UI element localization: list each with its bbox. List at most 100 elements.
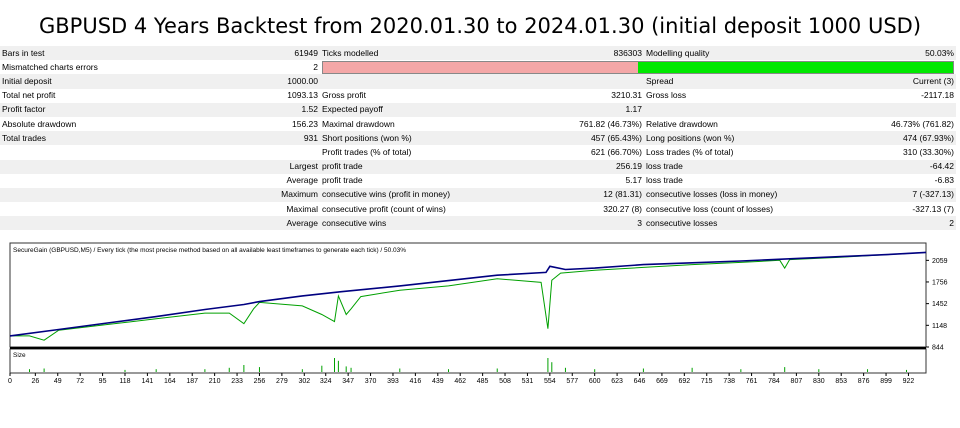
stat-label: Ticks modelled: [320, 46, 484, 61]
stat-label: Total net profit: [0, 88, 160, 103]
stat-value: 1000.00: [160, 74, 320, 89]
quality-bar-bad: [323, 61, 639, 73]
stat-label: Mismatched charts errors: [0, 60, 160, 75]
y-tick-label: 2059: [932, 258, 948, 265]
x-tick-label: 784: [768, 378, 780, 384]
table-row: Total trades 931 Short positions (won %)…: [0, 131, 956, 146]
balance-chart: SecureGain (GBPUSD,M5) / Every tick (the…: [8, 241, 952, 385]
stat-label: Total trades: [0, 131, 160, 146]
stat-value: 931: [160, 131, 320, 146]
x-tick-label: 577: [566, 378, 578, 384]
stat-label: Long positions (won %): [644, 131, 802, 146]
y-tick-label: 1452: [932, 301, 948, 308]
stat-value: 320.27 (8): [484, 202, 644, 217]
x-tick-label: 256: [254, 378, 266, 384]
table-row: Absolute drawdown 156.23 Maximal drawdow…: [0, 116, 956, 132]
x-tick-label: 692: [678, 378, 690, 384]
table-row: Profit trades (% of total) 621 (66.70%) …: [0, 145, 956, 160]
table-row: Average consecutive wins 3 consecutive l…: [0, 216, 956, 231]
stat-label: Profit factor: [0, 102, 160, 117]
stat-label: Modelling quality: [644, 46, 802, 61]
x-tick-label: 233: [231, 378, 243, 384]
stat-label: Largest: [160, 159, 320, 174]
y-tick-label: 1756: [932, 279, 948, 286]
stat-value: 2: [802, 216, 956, 231]
stat-value: -6.83: [802, 173, 956, 188]
modelling-quality-bar-cell: [320, 60, 956, 75]
x-tick-label: 738: [723, 378, 735, 384]
stat-value: 12 (81.31): [484, 187, 644, 203]
table-row: Mismatched charts errors 2: [0, 60, 956, 75]
table-row: Bars in test 61949 Ticks modelled 836303…: [0, 46, 956, 61]
stat-value: Current (3): [802, 74, 956, 89]
stat-label: consecutive losses (loss in money): [644, 187, 802, 203]
modelling-quality-bar: [322, 60, 954, 74]
stat-label: Maximal: [160, 202, 320, 217]
stat-label: Initial deposit: [0, 74, 160, 89]
chart-title: SecureGain (GBPUSD,M5) / Every tick (the…: [13, 247, 406, 254]
x-tick-label: 95: [99, 378, 107, 384]
stat-label: Bars in test: [0, 46, 160, 61]
stat-value: 761.82 (46.73%): [484, 116, 644, 132]
stat-value: 3210.31: [484, 88, 644, 103]
stat-label: loss trade: [644, 173, 802, 188]
size-panel-label: Size: [13, 352, 26, 359]
stat-label: Relative drawdown: [644, 116, 802, 132]
stat-value: 1.17: [484, 102, 644, 117]
table-row: Profit factor 1.52 Expected payoff 1.17: [0, 102, 956, 117]
x-tick-label: 485: [477, 378, 489, 384]
stat-label: Spread: [644, 74, 802, 89]
stat-value: -327.13 (7): [802, 202, 956, 217]
stat-label: loss trade: [644, 159, 802, 174]
table-row: Maximal consecutive profit (count of win…: [0, 202, 956, 217]
stat-label: Average: [160, 173, 320, 188]
stat-value: 50.03%: [802, 46, 956, 61]
table-row: Total net profit 1093.13 Gross profit 32…: [0, 88, 956, 103]
stat-label: Gross profit: [320, 88, 484, 103]
stat-value: 7 (-327.13): [802, 187, 956, 203]
x-tick-label: 853: [835, 378, 847, 384]
x-tick-label: 279: [276, 378, 288, 384]
x-tick-label: 141: [142, 378, 154, 384]
stat-label: Maximum: [160, 187, 320, 203]
x-tick-label: 807: [791, 378, 803, 384]
x-tick-label: 462: [454, 378, 466, 384]
x-tick-label: 324: [320, 378, 332, 384]
stat-label: Absolute drawdown: [0, 116, 160, 132]
x-tick-label: 669: [656, 378, 668, 384]
x-tick-label: 508: [499, 378, 511, 384]
x-tick-label: 210: [209, 378, 221, 384]
stat-label: consecutive wins (profit in money): [320, 187, 484, 203]
stats-table: Bars in test 61949 Ticks modelled 836303…: [0, 46, 956, 231]
x-tick-label: 72: [76, 378, 84, 384]
stat-value: 1093.13: [160, 88, 320, 103]
stat-value: -64.42: [802, 159, 956, 174]
x-tick-label: 600: [589, 378, 601, 384]
stat-value: 310 (33.30%): [802, 145, 956, 160]
stat-label: Gross loss: [644, 88, 802, 103]
x-tick-label: 531: [522, 378, 534, 384]
x-tick-label: 623: [611, 378, 623, 384]
stat-label: Expected payoff: [320, 102, 484, 117]
x-tick-label: 876: [858, 378, 870, 384]
x-tick-label: 646: [634, 378, 646, 384]
stat-label: consecutive wins: [320, 216, 484, 231]
stat-value: 156.23: [160, 116, 320, 132]
stat-value: 836303: [484, 46, 644, 61]
stat-value: 621 (66.70%): [484, 145, 644, 160]
x-tick-label: 26: [31, 378, 39, 384]
x-tick-label: 416: [410, 378, 422, 384]
stat-value: 2: [160, 60, 320, 75]
stat-label: consecutive losses: [644, 216, 802, 231]
table-row: Maximum consecutive wins (profit in mone…: [0, 187, 956, 203]
stat-label: profit trade: [320, 159, 484, 174]
stat-label: Profit trades (% of total): [320, 145, 484, 160]
stat-value: 1.52: [160, 102, 320, 117]
x-tick-label: 715: [701, 378, 713, 384]
x-tick-label: 899: [880, 378, 892, 384]
stat-value: -2117.18: [802, 88, 956, 103]
report-title: GBPUSD 4 Years Backtest from 2020.01.30 …: [38, 14, 922, 38]
table-row: Largest profit trade 256.19 loss trade -…: [0, 159, 956, 174]
stat-label: profit trade: [320, 173, 484, 188]
x-tick-label: 0: [8, 378, 12, 384]
